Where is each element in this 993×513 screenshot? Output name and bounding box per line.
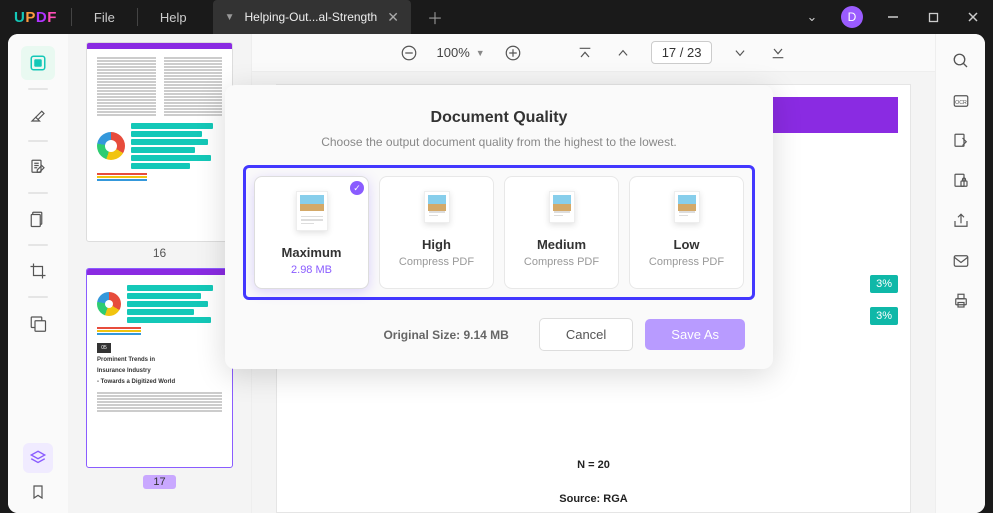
- protect-icon[interactable]: [952, 172, 970, 190]
- doc-n-label: N = 20: [277, 459, 910, 471]
- tab-dropdown-icon[interactable]: ▼: [225, 12, 235, 23]
- search-icon[interactable]: [952, 52, 970, 70]
- thumbnail-page-17[interactable]: 05 Prominent Trends in Insurance Industr…: [86, 268, 233, 468]
- viewer-toolbar: 100%▼ 17 / 23: [252, 34, 935, 72]
- app-logo: UPDF: [0, 9, 71, 26]
- redact-tool-icon[interactable]: [21, 306, 55, 340]
- mail-icon[interactable]: [952, 252, 970, 270]
- menu-help[interactable]: Help: [138, 10, 209, 25]
- quality-name: Low: [636, 237, 737, 252]
- tab-title: Helping-Out...al-Strength: [244, 10, 377, 24]
- edit-tool-icon[interactable]: [21, 150, 55, 184]
- right-rail: OCR: [935, 34, 985, 513]
- tabs-overflow-icon[interactable]: ⌄: [793, 9, 831, 25]
- current-thumbnail-badge: 17: [143, 475, 175, 489]
- print-icon[interactable]: [952, 292, 970, 310]
- thumbnail-number: 16: [86, 246, 233, 260]
- new-tab-button[interactable]: ＋: [411, 5, 459, 29]
- check-icon: ✓: [350, 181, 364, 195]
- quality-name: Maximum: [261, 245, 362, 260]
- document-tab[interactable]: ▼ Helping-Out...al-Strength ✕: [213, 0, 411, 34]
- cancel-button[interactable]: Cancel: [539, 318, 633, 351]
- rail-separator: [28, 296, 48, 298]
- bookmark-icon[interactable]: [30, 483, 46, 501]
- convert-icon[interactable]: [952, 132, 970, 150]
- window-close-icon[interactable]: [953, 0, 993, 34]
- quality-options-frame: ✓ Maximum 2.98 MB High Compress PDF Medi…: [243, 165, 755, 300]
- zoom-in-icon[interactable]: [503, 43, 523, 63]
- page-indicator[interactable]: 17 / 23: [651, 41, 713, 64]
- rail-separator: [28, 192, 48, 194]
- ocr-icon[interactable]: OCR: [952, 92, 970, 110]
- percent-badge: 3%: [870, 307, 898, 325]
- reader-tool-icon[interactable]: [21, 46, 55, 80]
- quality-size: 2.98 MB: [261, 264, 362, 276]
- quality-thumb-icon: [424, 191, 450, 223]
- layers-icon[interactable]: [23, 443, 53, 473]
- last-page-icon[interactable]: [768, 43, 788, 63]
- quality-meta: Compress PDF: [386, 256, 487, 268]
- quality-meta: Compress PDF: [511, 256, 612, 268]
- avatar[interactable]: D: [841, 6, 863, 28]
- quality-name: Medium: [511, 237, 612, 252]
- tab-close-icon[interactable]: ✕: [387, 9, 399, 26]
- share-icon[interactable]: [952, 212, 970, 230]
- highlighter-tool-icon[interactable]: [21, 98, 55, 132]
- crop-tool-icon[interactable]: [21, 254, 55, 288]
- titlebar: UPDF File Help ▼ Helping-Out...al-Streng…: [0, 0, 993, 34]
- quality-option-maximum[interactable]: ✓ Maximum 2.98 MB: [254, 176, 369, 289]
- prev-page-icon[interactable]: [613, 43, 633, 63]
- window-minimize-icon[interactable]: [873, 0, 913, 34]
- quality-option-high[interactable]: High Compress PDF: [379, 176, 494, 289]
- svg-text:OCR: OCR: [955, 100, 967, 106]
- modal-footer: Original Size: 9.14 MB Cancel Save As: [243, 318, 755, 351]
- zoom-out-icon[interactable]: [399, 43, 419, 63]
- chevron-down-icon[interactable]: ▼: [476, 48, 485, 58]
- quality-thumb-icon: [296, 191, 328, 231]
- thumbnail-page-16[interactable]: [86, 42, 233, 242]
- document-quality-modal: Document Quality Choose the output docum…: [225, 85, 773, 369]
- next-page-icon[interactable]: [730, 43, 750, 63]
- left-rail: [8, 34, 68, 513]
- quality-option-low[interactable]: Low Compress PDF: [629, 176, 744, 289]
- zoom-level[interactable]: 100%▼: [437, 45, 485, 60]
- quality-thumb-icon: [674, 191, 700, 223]
- rail-separator: [28, 88, 48, 90]
- original-size-label: Original Size: 9.14 MB: [383, 328, 508, 342]
- quality-name: High: [386, 237, 487, 252]
- quality-meta: Compress PDF: [636, 256, 737, 268]
- rail-separator: [28, 244, 48, 246]
- rail-separator: [28, 140, 48, 142]
- menu-file[interactable]: File: [72, 10, 137, 25]
- doc-source: Source: RGA: [277, 493, 910, 505]
- modal-title: Document Quality: [243, 109, 755, 127]
- modal-subtitle: Choose the output document quality from …: [243, 135, 755, 149]
- window-maximize-icon[interactable]: [913, 0, 953, 34]
- save-as-button[interactable]: Save As: [645, 319, 745, 350]
- organize-tool-icon[interactable]: [21, 202, 55, 236]
- quality-option-medium[interactable]: Medium Compress PDF: [504, 176, 619, 289]
- quality-thumb-icon: [549, 191, 575, 223]
- first-page-icon[interactable]: [575, 43, 595, 63]
- percent-badge: 3%: [870, 275, 898, 293]
